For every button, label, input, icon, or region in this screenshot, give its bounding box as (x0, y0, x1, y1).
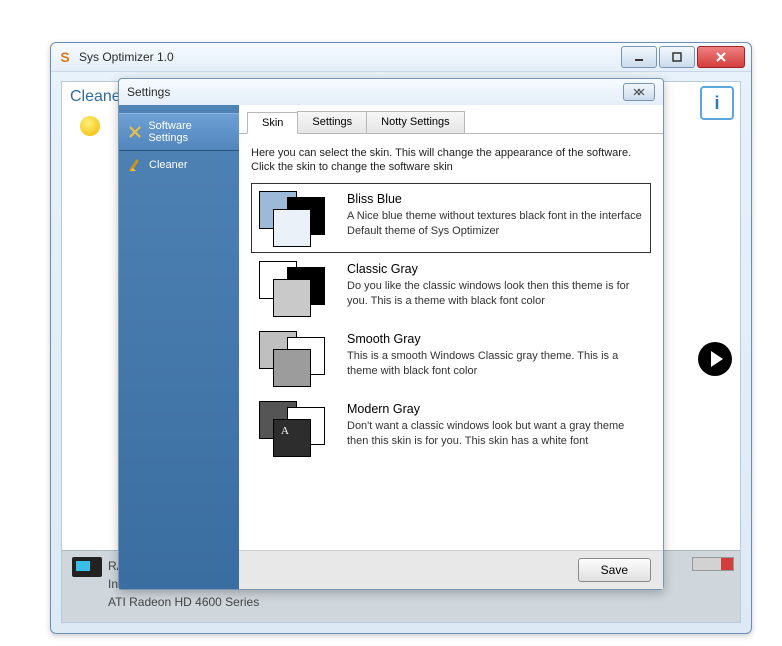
skin-name: Bliss Blue (347, 191, 643, 208)
section-label: Cleane (70, 88, 121, 106)
skin-list: Bliss BlueA Nice blue theme without text… (251, 183, 651, 463)
skin-letter: A (281, 425, 289, 437)
sidebar-item-label: Cleaner (149, 159, 188, 171)
skin-tab-pane: Here you can select the skin. This will … (239, 134, 663, 471)
gpu-usage-bar (692, 557, 734, 571)
dialog-close-icon (633, 88, 645, 96)
skin-text: Modern GrayDon't want a classic windows … (347, 401, 643, 450)
skin-text: Bliss BlueA Nice blue theme without text… (347, 191, 643, 240)
skin-item[interactable]: Smooth GrayThis is a smooth Windows Clas… (251, 323, 651, 393)
sidebar-item-cleaner[interactable]: Cleaner (119, 151, 239, 179)
settings-content: Skin Settings Notty Settings Here you ca… (239, 105, 663, 589)
skin-name: Modern Gray (347, 401, 643, 418)
info-button[interactable]: i (700, 86, 734, 120)
skin-name: Classic Gray (347, 261, 643, 278)
skin-desc: This is a smooth Windows Classic gray th… (347, 349, 643, 379)
skin-swatch (259, 261, 329, 315)
gpu-line-2: In (108, 577, 118, 591)
gpu-card-icon (72, 557, 102, 577)
minimize-button[interactable] (621, 46, 657, 68)
skin-text: Smooth GrayThis is a smooth Windows Clas… (347, 331, 643, 380)
save-button[interactable]: Save (578, 558, 651, 582)
skin-desc: Don't want a classic windows look but wa… (347, 419, 643, 449)
skin-item[interactable]: A Modern GrayDon't want a classic windows… (251, 393, 651, 463)
minimize-icon (634, 52, 644, 62)
app-icon: S (57, 49, 73, 65)
skin-swatch (259, 191, 329, 245)
save-bar: Save (239, 550, 663, 589)
maximize-button[interactable] (659, 46, 695, 68)
next-arrow-button[interactable] (698, 342, 732, 376)
skin-desc: A Nice blue theme without textures black… (347, 209, 643, 239)
broom-icon (127, 157, 143, 173)
window-title: Sys Optimizer 1.0 (79, 50, 174, 64)
dialog-close-button[interactable] (623, 83, 655, 101)
tab-settings[interactable]: Settings (297, 111, 367, 133)
dialog-body: Software Settings Cleaner Skin Settings … (119, 105, 663, 589)
sidebar-item-label: Software Settings (148, 120, 231, 144)
sun-icon (80, 116, 100, 136)
gpu-name-label: ATI Radeon HD 4600 Series (108, 595, 259, 609)
close-icon (716, 52, 726, 62)
tab-skin[interactable]: Skin (247, 112, 298, 134)
dialog-title: Settings (127, 85, 170, 99)
skin-name: Smooth Gray (347, 331, 643, 348)
sidebar-item-software-settings[interactable]: Software Settings (119, 113, 239, 151)
dialog-titlebar[interactable]: Settings (119, 79, 663, 106)
tab-notty-settings[interactable]: Notty Settings (366, 111, 464, 133)
close-button[interactable] (697, 46, 745, 68)
settings-dialog: Settings Software Settings (118, 78, 664, 590)
skin-desc: Do you like the classic windows look the… (347, 279, 643, 309)
main-titlebar[interactable]: S Sys Optimizer 1.0 (51, 43, 751, 72)
skin-description: Here you can select the skin. This will … (251, 146, 651, 175)
skin-swatch: A (259, 401, 329, 455)
skin-text: Classic GrayDo you like the classic wind… (347, 261, 643, 310)
skin-item[interactable]: Classic GrayDo you like the classic wind… (251, 253, 651, 323)
window-controls (621, 46, 745, 68)
skin-item[interactable]: Bliss BlueA Nice blue theme without text… (251, 183, 651, 253)
maximize-icon (672, 52, 682, 62)
settings-sidebar: Software Settings Cleaner (119, 105, 239, 589)
skin-swatch (259, 331, 329, 385)
settings-tabs: Skin Settings Notty Settings (239, 105, 663, 134)
tools-icon (127, 124, 142, 140)
